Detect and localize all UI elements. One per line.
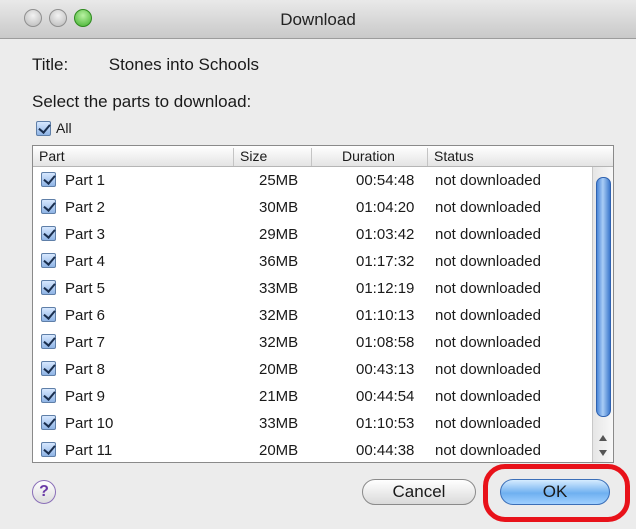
title-value: Stones into Schools — [108, 55, 259, 74]
table-row[interactable]: Part 11 20MB 00:44:38 not downloaded — [33, 438, 593, 462]
size-cell: 20MB — [259, 442, 299, 459]
title-bar: Download — [0, 0, 636, 39]
table-row[interactable]: Part 9 21MB 00:44:54 not downloaded — [33, 384, 593, 411]
part-name-cell: Part 3 — [65, 226, 106, 243]
part-name-cell: Part 5 — [65, 280, 106, 297]
status-cell: not downloaded — [435, 199, 541, 216]
red-highlight-annotation — [483, 464, 630, 522]
table-header: Part Size Duration Status — [33, 146, 613, 167]
table-row[interactable]: Part 4 36MB 01:17:32 not downloaded — [33, 249, 593, 276]
title-row: Title: Stones into Schools — [32, 55, 259, 75]
duration-cell: 01:03:42 — [356, 226, 415, 243]
window-title: Download — [280, 10, 356, 29]
part-checkbox[interactable] — [41, 442, 56, 457]
duration-cell: 01:08:58 — [356, 334, 415, 351]
table-row[interactable]: Part 10 33MB 01:10:53 not downloaded — [33, 411, 593, 438]
part-name-cell: Part 10 — [65, 415, 114, 432]
size-cell: 33MB — [259, 415, 299, 432]
part-checkbox[interactable] — [41, 280, 56, 295]
column-header-duration[interactable]: Duration — [311, 148, 413, 166]
table-row[interactable]: Part 8 20MB 00:43:13 not downloaded — [33, 357, 593, 384]
status-cell: not downloaded — [435, 334, 541, 351]
size-cell: 36MB — [259, 253, 299, 270]
part-name-cell: Part 1 — [65, 172, 106, 189]
duration-cell: 00:43:13 — [356, 361, 415, 378]
duration-cell: 01:04:20 — [356, 199, 415, 216]
vertical-scrollbar[interactable] — [592, 167, 613, 462]
scroll-up-arrow-icon[interactable] — [599, 435, 607, 441]
cancel-button[interactable]: Cancel — [362, 479, 476, 505]
size-cell: 21MB — [259, 388, 299, 405]
part-name-cell: Part 7 — [65, 334, 106, 351]
part-checkbox[interactable] — [41, 388, 56, 403]
part-checkbox[interactable] — [41, 307, 56, 322]
parts-table: Part Size Duration Status Part 1 25MB 00:5… — [32, 145, 614, 463]
duration-cell: 01:10:53 — [356, 415, 415, 432]
table-row[interactable]: Part 7 32MB 01:08:58 not downloaded — [33, 330, 593, 357]
part-checkbox[interactable] — [41, 415, 56, 430]
duration-cell: 01:17:32 — [356, 253, 415, 270]
help-icon[interactable]: ? — [32, 480, 56, 504]
column-header-size[interactable]: Size — [233, 148, 308, 166]
status-cell: not downloaded — [435, 388, 541, 405]
table-row[interactable]: Part 5 33MB 01:12:19 not downloaded — [33, 276, 593, 303]
status-cell: not downloaded — [435, 442, 541, 459]
status-cell: not downloaded — [435, 361, 541, 378]
status-cell: not downloaded — [435, 415, 541, 432]
status-cell: not downloaded — [435, 172, 541, 189]
select-all-checkbox[interactable] — [36, 120, 51, 136]
part-name-cell: Part 4 — [65, 253, 106, 270]
part-name-cell: Part 2 — [65, 199, 106, 216]
part-checkbox[interactable] — [41, 226, 56, 241]
title-label: Title: — [32, 55, 69, 74]
scrollbar-thumb[interactable] — [596, 177, 611, 417]
part-checkbox[interactable] — [41, 334, 56, 349]
size-cell: 25MB — [259, 172, 299, 189]
part-checkbox[interactable] — [41, 172, 56, 187]
part-name-cell: Part 11 — [65, 442, 113, 459]
size-cell: 29MB — [259, 226, 299, 243]
duration-cell: 00:44:38 — [356, 442, 415, 459]
status-cell: not downloaded — [435, 226, 541, 243]
select-all-label: All — [56, 120, 72, 136]
duration-cell: 01:12:19 — [356, 280, 415, 297]
table-row[interactable]: Part 1 25MB 00:54:48 not downloaded — [33, 168, 593, 195]
status-cell: not downloaded — [435, 280, 541, 297]
column-header-part[interactable]: Part — [39, 148, 231, 166]
column-header-status[interactable]: Status — [427, 148, 592, 166]
part-name-cell: Part 9 — [65, 388, 106, 405]
scroll-down-arrow-icon[interactable] — [599, 450, 607, 456]
part-name-cell: Part 6 — [65, 307, 106, 324]
size-cell: 30MB — [259, 199, 299, 216]
part-checkbox[interactable] — [41, 361, 56, 376]
size-cell: 32MB — [259, 307, 299, 324]
duration-cell: 01:10:13 — [356, 307, 415, 324]
table-row[interactable]: Part 2 30MB 01:04:20 not downloaded — [33, 195, 593, 222]
instruction-text: Select the parts to download: — [32, 92, 252, 111]
size-cell: 20MB — [259, 361, 299, 378]
duration-cell: 00:44:54 — [356, 388, 415, 405]
size-cell: 32MB — [259, 334, 299, 351]
duration-cell: 00:54:48 — [356, 172, 415, 189]
status-cell: not downloaded — [435, 307, 541, 324]
table-row[interactable]: Part 6 32MB 01:10:13 not downloaded — [33, 303, 593, 330]
status-cell: not downloaded — [435, 253, 541, 270]
part-checkbox[interactable] — [41, 253, 56, 268]
part-checkbox[interactable] — [41, 199, 56, 214]
size-cell: 33MB — [259, 280, 299, 297]
part-name-cell: Part 8 — [65, 361, 106, 378]
table-row[interactable]: Part 3 29MB 01:03:42 not downloaded — [33, 222, 593, 249]
select-all-row: All — [36, 120, 72, 136]
